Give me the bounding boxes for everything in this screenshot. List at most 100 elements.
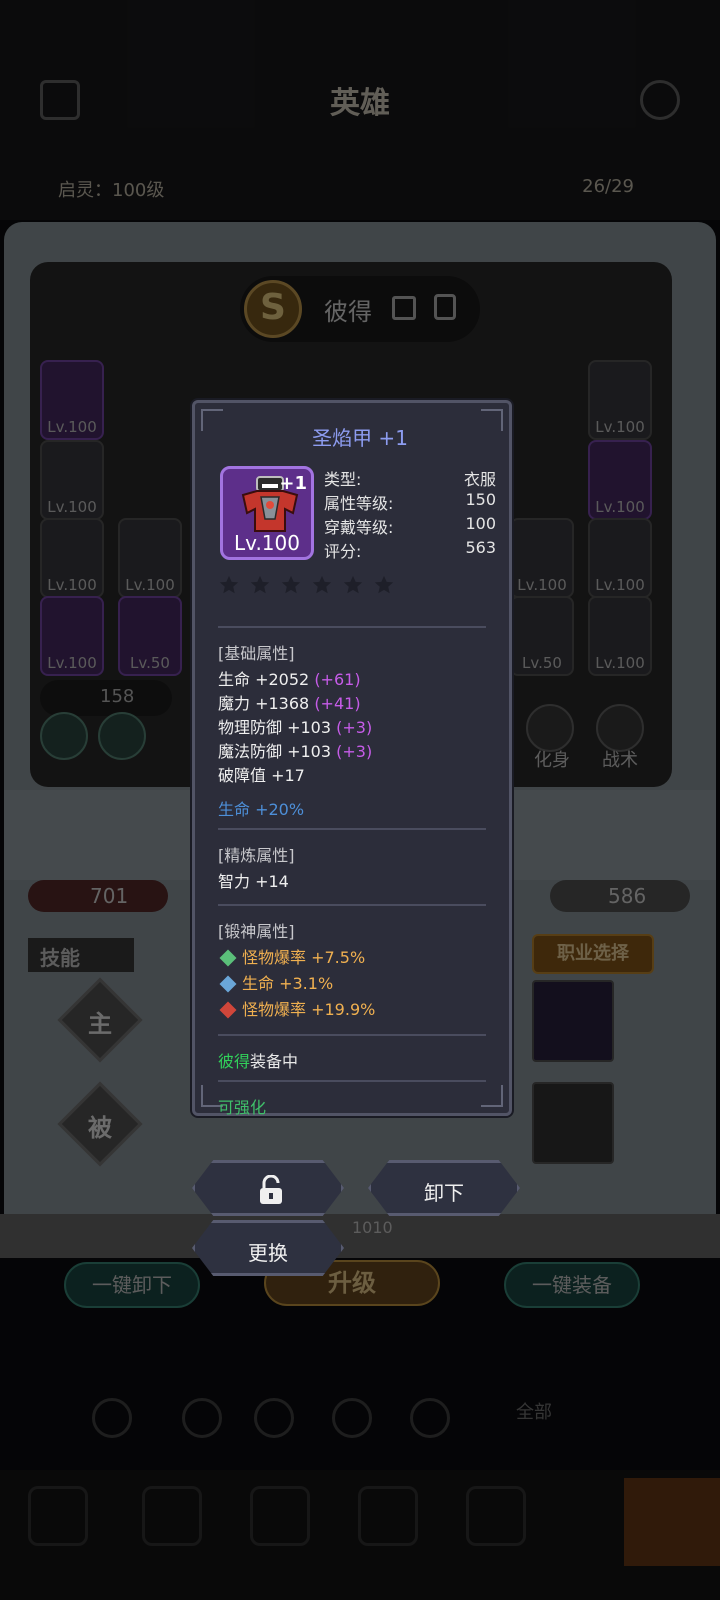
- equip-slot[interactable]: Lv.100: [40, 596, 104, 676]
- star-rating: [218, 574, 418, 598]
- slot-level: Lv.100: [595, 576, 645, 594]
- star-icon: [281, 575, 301, 594]
- skills-tab-label: 技能: [40, 946, 80, 970]
- slot-level: Lv.100: [47, 498, 97, 516]
- stat-bonus: (+41): [314, 694, 361, 713]
- filter-helmet-icon[interactable]: [254, 1398, 294, 1438]
- forge-attr-header: [锻神属性]: [218, 922, 295, 941]
- divider: [218, 1034, 486, 1036]
- equip-slot[interactable]: Lv.100: [118, 518, 182, 598]
- refine-stat: 智力 +14: [218, 872, 289, 891]
- divider: [218, 626, 486, 628]
- slot-level: Lv.100: [517, 576, 567, 594]
- stat-text: 破障值 +17: [218, 766, 305, 785]
- replace-label: 更换: [248, 1241, 288, 1265]
- avatar-icon[interactable]: [526, 704, 574, 752]
- info-wear-level: 穿戴等级: 100: [324, 514, 496, 537]
- info-key: 类型:: [324, 470, 362, 489]
- equip-slot[interactable]: Lv.50: [510, 596, 574, 676]
- replace-button[interactable]: 更换: [192, 1220, 344, 1276]
- equip-all-button[interactable]: 一键装备: [504, 1262, 640, 1308]
- refine-attr-header: [精炼属性]: [218, 846, 295, 865]
- extra-stat: 生命 +20%: [218, 800, 305, 819]
- divider: [218, 828, 486, 830]
- power-value: 158: [100, 686, 135, 707]
- hero-level-text: 启灵：100级: [58, 180, 165, 201]
- star-icon: [312, 575, 332, 594]
- filter-all-label[interactable]: 全部: [516, 1398, 552, 1424]
- star-icon: [219, 575, 239, 594]
- info-value: 563: [465, 538, 496, 557]
- slot-level: Lv.100: [125, 576, 175, 594]
- nav-hero-icon[interactable]: [28, 1486, 88, 1546]
- star-icon: [374, 575, 394, 594]
- info-value: 150: [465, 490, 496, 509]
- filter-weapon-icon[interactable]: [182, 1398, 222, 1438]
- item-icon-frame: +1 Lv.100: [220, 466, 314, 560]
- divider: [218, 1080, 486, 1082]
- nav-guild-icon[interactable]: [466, 1486, 526, 1546]
- base-attr-header: [基础属性]: [218, 644, 295, 663]
- hero-count-text: 26/29: [582, 176, 634, 197]
- stat-text: 物理防御 +103: [218, 718, 332, 737]
- ribbon-number: 1010: [352, 1218, 393, 1237]
- unequip-button[interactable]: 卸下: [368, 1160, 520, 1216]
- tactics-icon[interactable]: [596, 704, 644, 752]
- filter-all-icon[interactable]: [92, 1398, 132, 1438]
- help-icon[interactable]: [640, 80, 680, 120]
- awaken-button[interactable]: [40, 712, 88, 760]
- equipped-owner: 彼得: [218, 1052, 251, 1071]
- item-level: Lv.100: [234, 531, 300, 555]
- active-skill-label: 主: [88, 1010, 112, 1038]
- stat-text: 魔法防御 +103: [218, 742, 332, 761]
- slot-level: Lv.100: [47, 576, 97, 594]
- attack-value: 701: [90, 884, 129, 908]
- lock-icon[interactable]: [434, 294, 456, 320]
- grade-badge: S: [244, 280, 302, 338]
- upgradable-label: 可强化: [218, 1098, 267, 1117]
- lock-button[interactable]: [192, 1160, 344, 1216]
- nav-forge-icon[interactable]: [250, 1486, 310, 1546]
- slot-level: Lv.100: [47, 654, 97, 672]
- power-indicator: 158: [40, 680, 172, 716]
- nav-bag-icon[interactable]: [142, 1486, 202, 1546]
- hero-name: 彼得: [324, 298, 372, 326]
- unequip-all-button[interactable]: 一键卸下: [64, 1262, 200, 1308]
- filter-accessory-icon[interactable]: [410, 1398, 450, 1438]
- job-select-button[interactable]: 职业选择: [532, 934, 654, 974]
- forge-stat: 怪物爆率 +19.9%: [242, 1000, 376, 1019]
- info-key: 属性等级:: [324, 494, 394, 513]
- filter-armor-icon[interactable]: [332, 1398, 372, 1438]
- slot-level: Lv.100: [595, 498, 645, 516]
- divider: [218, 904, 486, 906]
- slot-level: Lv.100: [595, 654, 645, 672]
- equip-slot[interactable]: Lv.100: [40, 518, 104, 598]
- base-stat-hp: 生命 +2052 (+61): [218, 666, 361, 690]
- info-value: 100: [465, 514, 496, 533]
- locked-skill-slot[interactable]: [532, 1082, 614, 1164]
- equip-slot[interactable]: Lv.100: [588, 518, 652, 598]
- defense-stat: 586: [550, 880, 690, 912]
- edit-icon[interactable]: [392, 296, 416, 320]
- base-stat-pdef: 物理防御 +103 (+3): [218, 714, 372, 738]
- equip-slot[interactable]: Lv.100: [40, 440, 104, 520]
- equip-slot[interactable]: Lv.100: [588, 596, 652, 676]
- info-score: 评分: 563: [324, 538, 496, 561]
- skill-slot[interactable]: [532, 980, 614, 1062]
- slot-level: Lv.50: [522, 654, 562, 672]
- stat-bonus: (+61): [314, 670, 361, 689]
- info-type: 类型: 衣服: [324, 466, 496, 489]
- equip-slot[interactable]: Lv.50: [118, 596, 182, 676]
- item-title: 圣焰甲 +1: [312, 426, 408, 450]
- info-attr-level: 属性等级: 150: [324, 490, 496, 513]
- rune-button[interactable]: [98, 712, 146, 760]
- equip-slot[interactable]: Lv.100: [588, 440, 652, 520]
- corner-ornament: [481, 1085, 503, 1107]
- go-arrow-icon[interactable]: [624, 1478, 720, 1566]
- star-icon: [250, 575, 270, 594]
- equip-slot[interactable]: Lv.100: [510, 518, 574, 598]
- info-key: 评分:: [324, 542, 362, 561]
- skills-tab[interactable]: 技能: [28, 938, 134, 972]
- defense-value: 586: [608, 884, 647, 908]
- nav-shop-icon[interactable]: [358, 1486, 418, 1546]
